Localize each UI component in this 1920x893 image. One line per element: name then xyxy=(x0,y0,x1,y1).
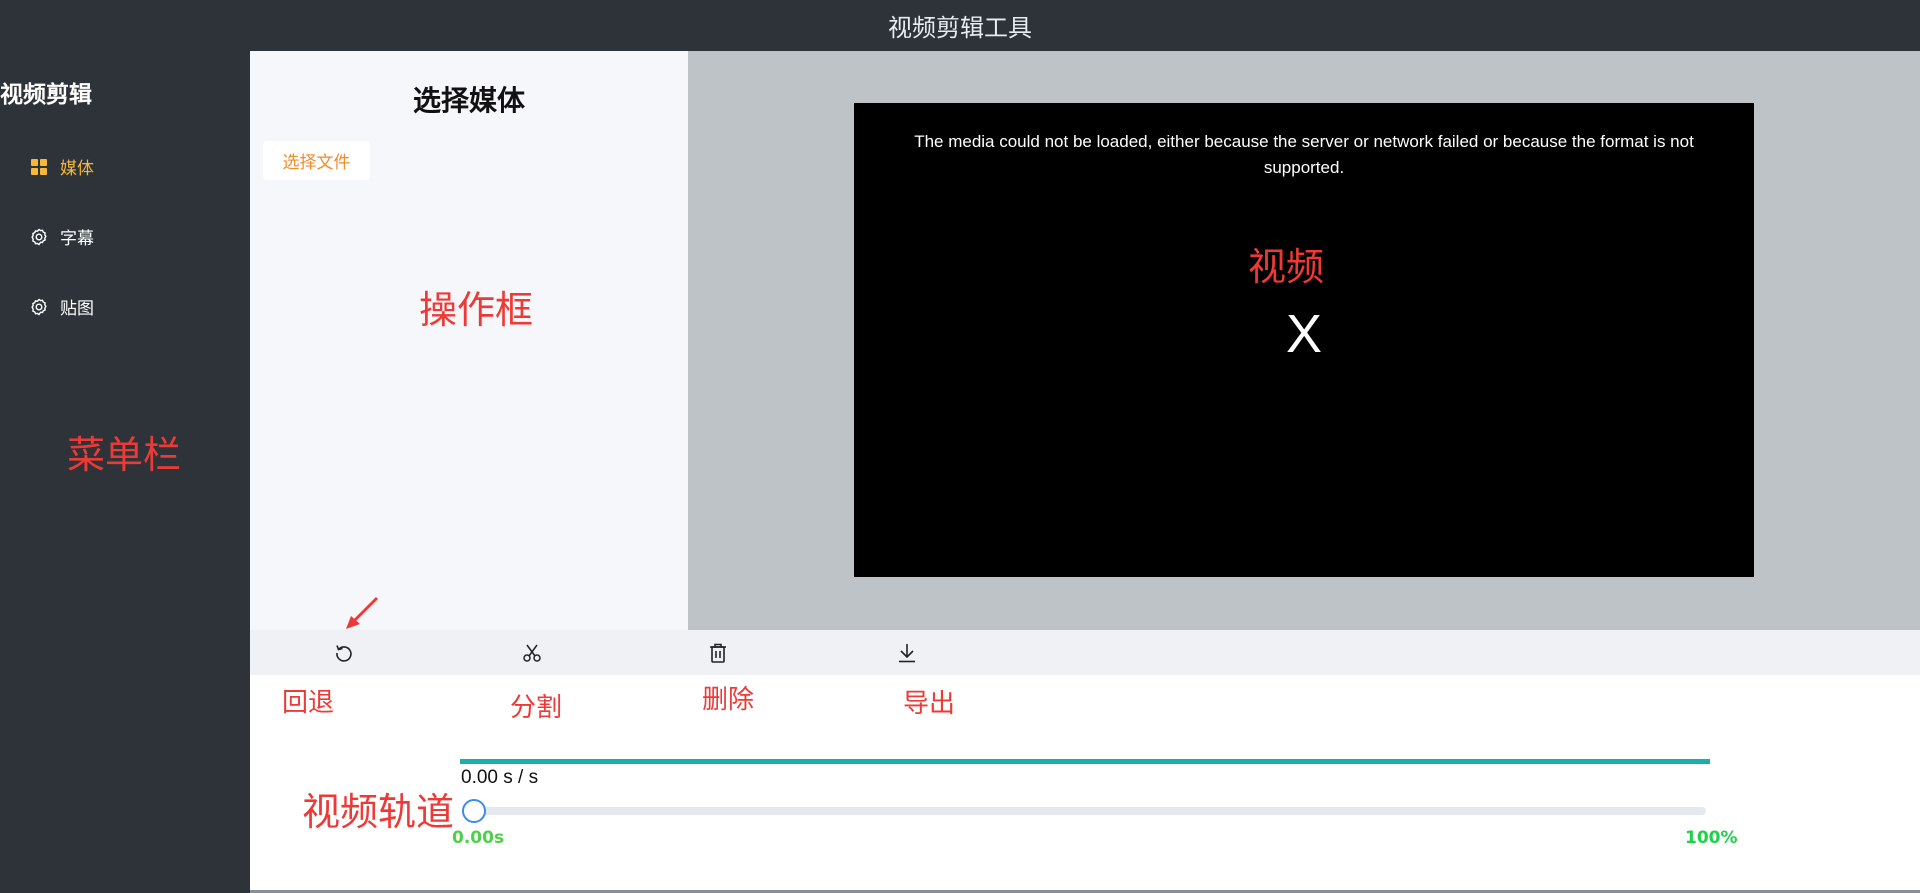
slider-start-label: 0.00s xyxy=(452,828,505,848)
delete-button[interactable] xyxy=(703,638,733,668)
sidebar-item-label: 媒体 xyxy=(60,159,94,179)
app-title: 视频剪辑工具 xyxy=(888,14,1032,42)
annotation-delete: 删除 xyxy=(702,685,755,715)
download-icon xyxy=(899,644,915,663)
timeline-slider[interactable] xyxy=(470,807,1706,815)
trash-icon xyxy=(710,643,726,663)
gear-icon xyxy=(28,226,50,248)
operation-panel: 选择媒体 选择文件 操作框 xyxy=(250,51,688,630)
slider-end-label: 100% xyxy=(1685,828,1738,848)
slider-handle[interactable] xyxy=(462,799,486,823)
sidebar-item-sticker[interactable]: 贴图 xyxy=(28,294,94,319)
annotation-arrow xyxy=(346,596,379,629)
annotation-undo: 回退 xyxy=(282,688,335,718)
sidebar-brand: 视频剪辑 xyxy=(0,82,92,108)
choose-file-button[interactable]: 选择文件 xyxy=(263,141,370,180)
video-track[interactable] xyxy=(460,759,1710,764)
media-error-message: The media could not be loaded, either be… xyxy=(914,132,1694,177)
annotation-track: 视频轨道 xyxy=(302,790,455,834)
close-icon: X xyxy=(1285,304,1323,364)
panel-title: 选择媒体 xyxy=(412,84,525,117)
export-button[interactable] xyxy=(892,638,922,668)
sidebar-item-label: 贴图 xyxy=(60,299,94,319)
timeline: 回退 分割 删除 导出 0.00 s / s 视频轨道 0.00s 100% xyxy=(250,675,1920,890)
sidebar-item-media[interactable]: 媒体 xyxy=(28,154,94,179)
annotation-menu: 菜单栏 xyxy=(67,433,182,477)
sidebar-item-subtitle[interactable]: 字幕 xyxy=(28,224,94,249)
undo-icon xyxy=(336,645,352,662)
undo-button[interactable] xyxy=(329,638,359,668)
scissors-icon xyxy=(523,644,541,662)
grid-icon xyxy=(28,156,50,178)
annotation-panel: 操作框 xyxy=(419,288,534,332)
sidebar: 视频剪辑 媒体 字幕 贴图 菜单栏 xyxy=(0,51,250,893)
preview-area: The media could not be loaded, either be… xyxy=(688,51,1920,630)
time-readout: 0.00 s / s xyxy=(461,767,539,788)
sidebar-item-label: 字幕 xyxy=(60,229,94,249)
gear-icon xyxy=(28,296,50,318)
video-player[interactable]: The media could not be loaded, either be… xyxy=(854,103,1754,577)
annotation-video: 视频 xyxy=(1248,245,1325,289)
split-button[interactable] xyxy=(517,638,547,668)
annotation-split: 分割 xyxy=(510,693,563,723)
edit-toolbar xyxy=(250,630,1920,675)
title-bar: 视频剪辑工具 xyxy=(0,0,1920,51)
annotation-export: 导出 xyxy=(903,689,956,719)
